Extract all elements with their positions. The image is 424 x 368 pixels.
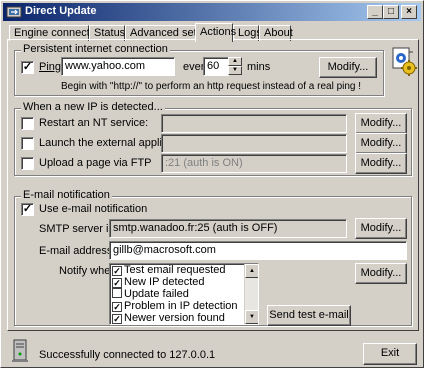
list-item[interactable]: ✓ New IP detected <box>110 276 258 288</box>
scroll-down-icon[interactable]: ▼ <box>245 310 258 324</box>
restart-service-label: Restart an NT service: <box>39 117 149 129</box>
ping-host-input[interactable]: www.yahoo.com <box>61 57 175 76</box>
upload-ftp-modify-button[interactable]: Modify... <box>355 153 407 174</box>
checkbox-icon[interactable]: ✓ <box>112 314 122 324</box>
close-button[interactable]: × <box>401 5 417 19</box>
direct-update-icon <box>6 6 22 18</box>
use-email-checkbox[interactable]: ✓ <box>21 203 34 216</box>
list-item-label: New IP detected <box>124 276 205 288</box>
ping-modify-button[interactable]: Modify... <box>319 57 377 78</box>
interval-input[interactable]: 60 <box>203 57 229 76</box>
mins-label: mins <box>247 61 271 73</box>
actions-panel: Persistent internet connection ✓ Ping ww… <box>7 39 419 331</box>
window-title: Direct Update <box>25 5 97 17</box>
restart-service-checkbox[interactable] <box>21 117 34 130</box>
notify-list-scrollbar[interactable]: ▲ ▼ <box>244 264 258 324</box>
upload-ftp-label: Upload a page via FTP <box>39 157 152 169</box>
exit-button[interactable]: Exit <box>363 343 417 365</box>
settings-gear-icon <box>392 47 417 76</box>
use-email-label: Use e-mail notification <box>39 203 148 215</box>
list-item[interactable]: ✓ Problem in IP detection <box>110 300 258 312</box>
checkbox-icon[interactable]: ✓ <box>112 278 122 288</box>
persistent-connection-group: Persistent internet connection ✓ Ping ww… <box>14 43 384 96</box>
ip-detected-group: When a new IP is detected... Restart an … <box>14 101 412 176</box>
checkbox-icon[interactable] <box>112 288 122 298</box>
upload-ftp-input[interactable]: :21 (auth is ON) <box>161 154 347 173</box>
group-label: When a new IP is detected... <box>21 101 165 113</box>
interval-down-button[interactable]: ▼ <box>228 66 242 75</box>
group-label: E-mail notification <box>21 189 112 201</box>
smtp-server-input[interactable]: smtp.wanadoo.fr:25 (auth is OFF) <box>109 219 347 238</box>
restart-service-modify-button[interactable]: Modify... <box>355 113 407 134</box>
list-item[interactable]: ✓ Test email requested <box>110 264 258 276</box>
notify-events-list[interactable]: ✓ Test email requested ✓ New IP detected U… <box>109 263 259 325</box>
interval-up-button[interactable]: ▲ <box>228 57 242 66</box>
list-item-label: Test email requested <box>124 264 226 276</box>
group-label: Persistent internet connection <box>21 43 170 55</box>
restart-service-input[interactable] <box>161 114 347 133</box>
ping-hint: Begin with "http://" to perform an http … <box>61 81 362 92</box>
minimize-button[interactable]: _ <box>367 5 383 19</box>
smtp-modify-button[interactable]: Modify... <box>355 218 407 239</box>
list-item-label: Newer version found <box>124 312 225 324</box>
launch-application-checkbox[interactable] <box>21 137 34 150</box>
maximize-button[interactable]: □ <box>383 5 399 19</box>
send-test-email-button[interactable]: Send test e-mail <box>267 305 351 326</box>
scroll-up-icon[interactable]: ▲ <box>245 264 258 278</box>
tab-actions[interactable]: Actions <box>195 23 236 42</box>
launch-application-input[interactable] <box>161 134 347 153</box>
ping-label: Ping <box>39 61 62 73</box>
launch-application-modify-button[interactable]: Modify... <box>355 133 407 154</box>
list-item[interactable]: ✓ Newer version found <box>110 312 258 324</box>
list-item[interactable]: Update failed <box>110 288 258 300</box>
email-notification-group: E-mail notification ✓ Use e-mail notific… <box>14 189 412 326</box>
checkbox-icon[interactable]: ✓ <box>112 302 122 312</box>
status-bar: Successfully connected to 127.0.0.1 Exit <box>1 337 424 367</box>
title-bar[interactable]: Direct Update _ □ × <box>3 3 421 21</box>
checkbox-icon[interactable]: ✓ <box>112 266 122 276</box>
notify-modify-button[interactable]: Modify... <box>355 263 407 284</box>
server-tower-icon <box>12 339 28 362</box>
list-item-label: Problem in IP detection <box>124 300 238 312</box>
status-text: Successfully connected to 127.0.0.1 <box>39 349 216 361</box>
upload-ftp-checkbox[interactable] <box>21 157 34 170</box>
list-item-label: Update failed <box>124 288 189 300</box>
ping-checkbox[interactable]: ✓ <box>21 61 34 74</box>
email-address-input[interactable]: gillb@macrosoft.com <box>109 241 407 260</box>
main-window: Direct Update _ □ × Engine connection St… <box>0 0 424 368</box>
